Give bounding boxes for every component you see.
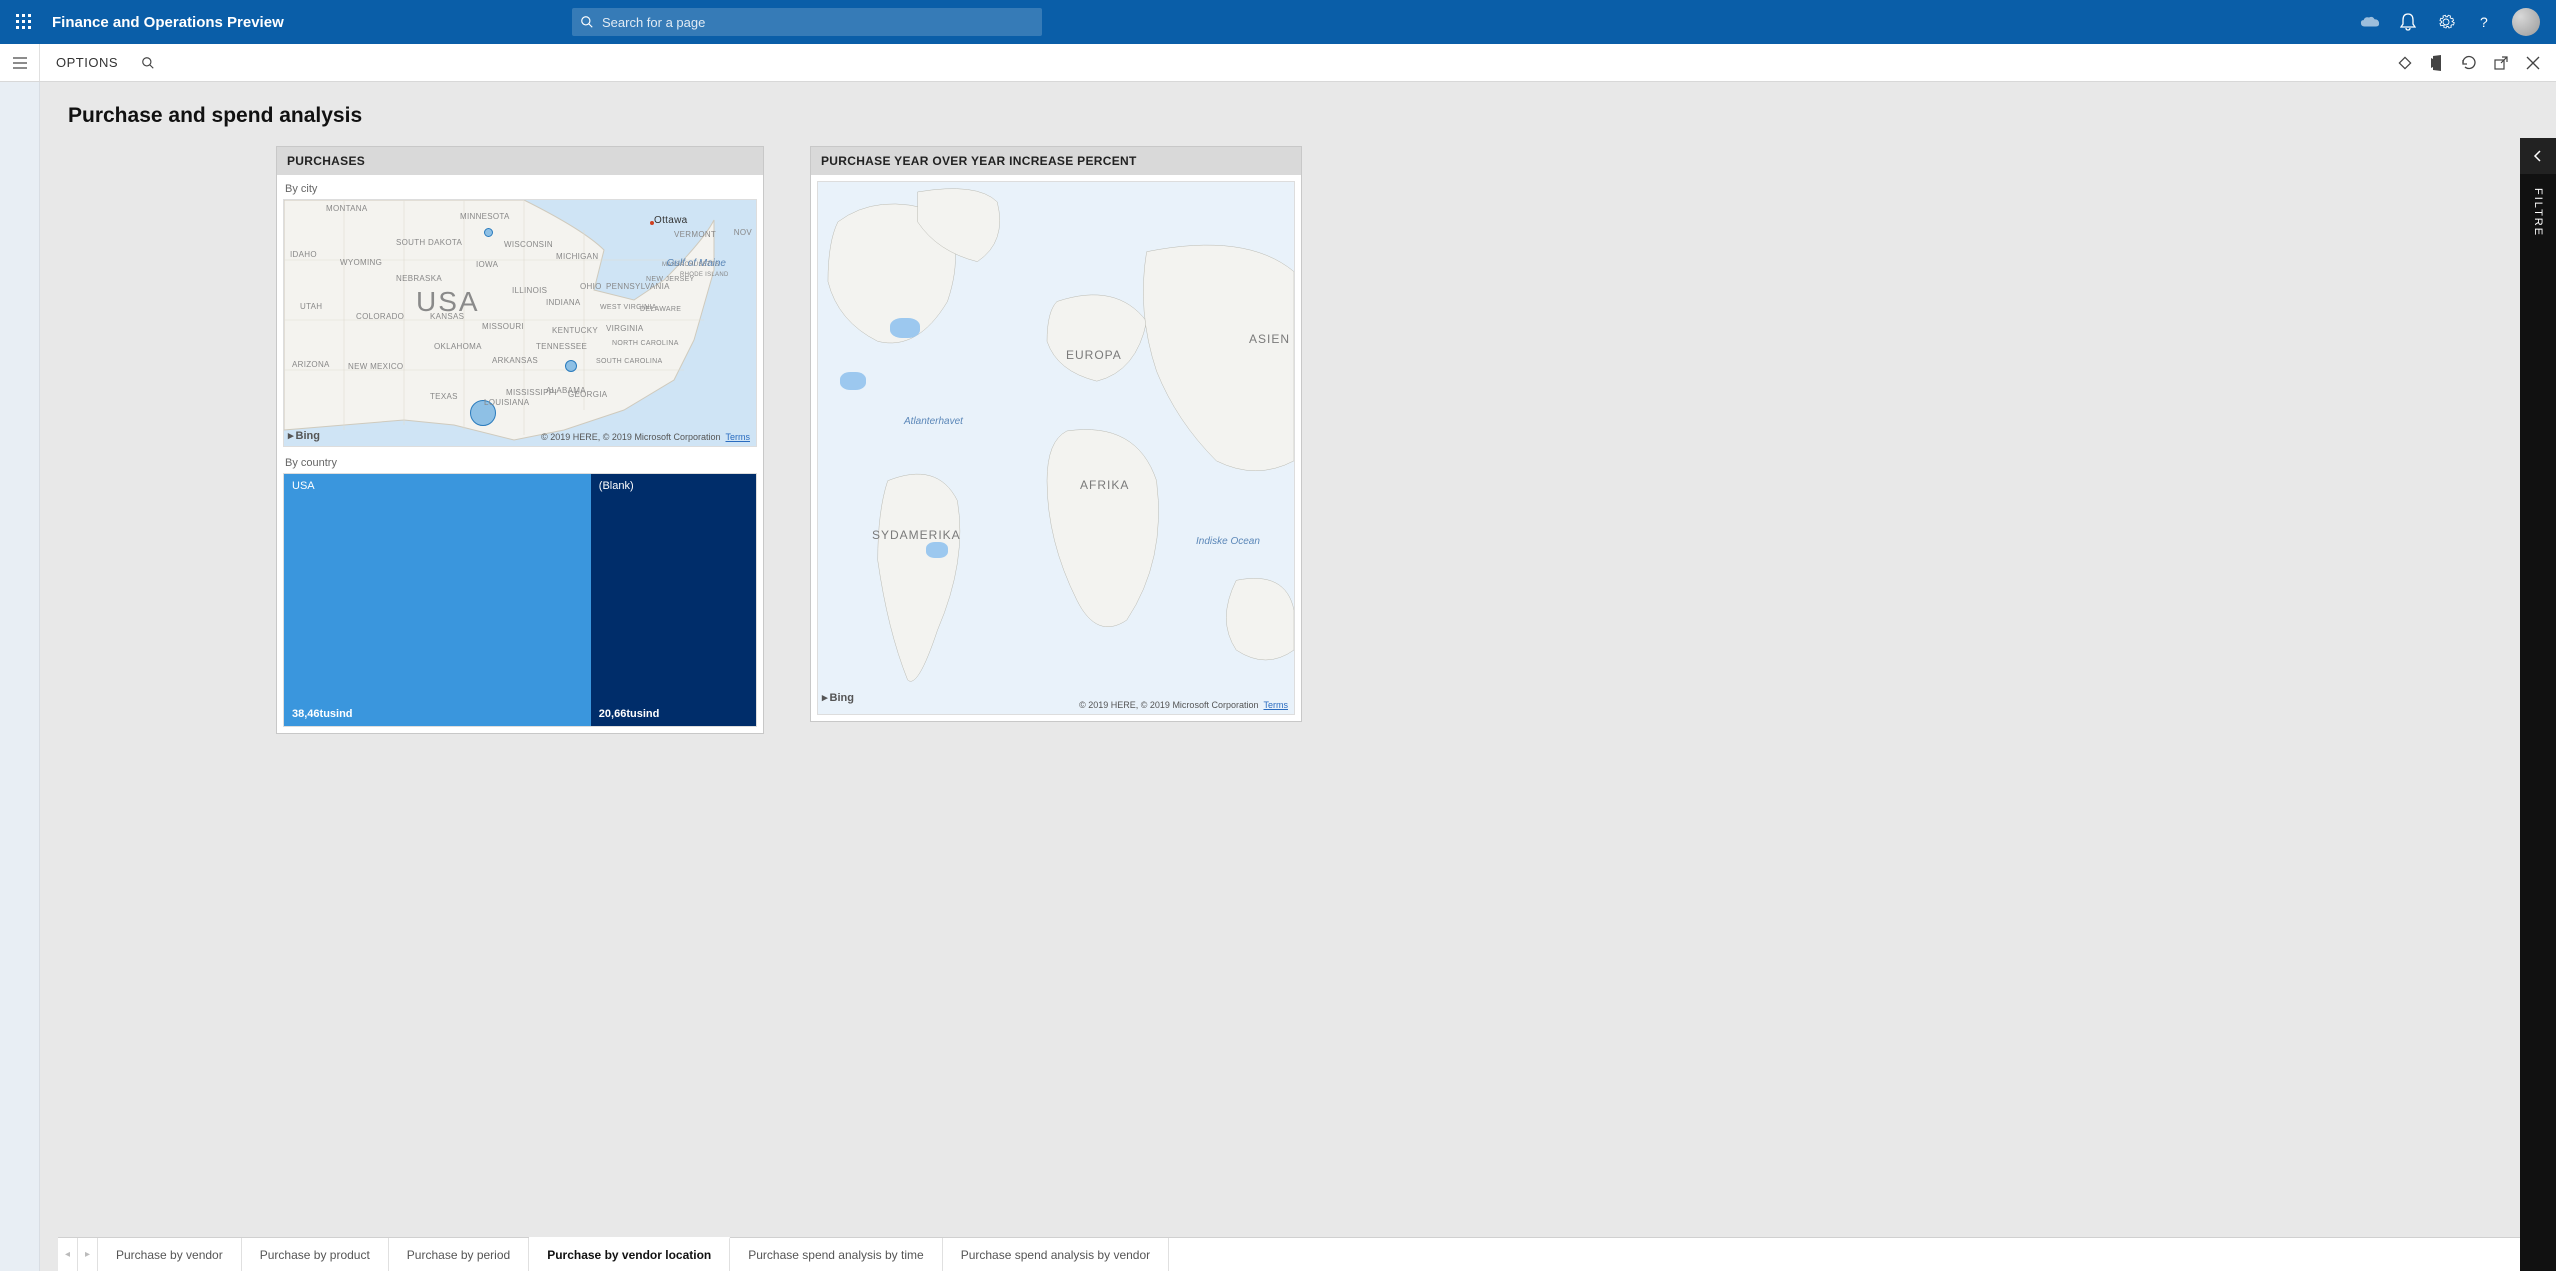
tabs-next-icon[interactable]: ▸ [78,1238,98,1271]
map-attribution-2: © 2019 HERE, © 2019 Microsoft Corporatio… [1079,700,1288,710]
tab-purchase-spend-analysis-by-vendor[interactable]: Purchase spend analysis by vendor [943,1238,1169,1271]
cloud-icon[interactable] [2360,12,2380,32]
svg-text:?: ? [2480,14,2488,30]
label-indian: Indiske Ocean [1196,536,1260,547]
city-bubble-small[interactable] [484,228,493,237]
label-africa: AFRIKA [1080,478,1129,492]
map-attribution: © 2019 HERE, © 2019 Microsoft Corporatio… [541,432,750,442]
sub-bar: OPTIONS [0,44,2556,82]
tabs-prev-icon[interactable]: ◂ [58,1238,78,1271]
yoy-world-map[interactable]: EUROPA ASIEN AFRIKA SYDAMERIKA Atlanterh… [817,181,1295,715]
report-tabs: ◂ ▸ Purchase by vendor Purchase by produ… [58,1237,2556,1271]
by-city-label: By city [283,181,757,199]
map-highlight [890,318,920,338]
hamburger-icon[interactable] [0,44,40,81]
page-title: Purchase and spend analysis [40,82,2556,146]
sub-bar-tools [2396,54,2556,72]
header-right-icons: ? [2360,8,2548,36]
options-menu[interactable]: OPTIONS [40,55,134,70]
terms-link[interactable]: Terms [726,432,751,442]
search-input[interactable] [602,15,1034,30]
refresh-icon[interactable] [2460,54,2478,72]
tab-purchase-by-product[interactable]: Purchase by product [242,1238,389,1271]
label-atlantic: Atlanterhavet [904,416,963,427]
global-search[interactable] [572,8,1042,36]
terms-link-2[interactable]: Terms [1264,700,1289,710]
filter-collapse-icon[interactable] [2520,138,2556,174]
ottawa-label: Ottawa [654,215,687,226]
treemap-label-blank: (Blank) [599,480,634,492]
treemap-tile-blank[interactable]: (Blank) 20,66tusind [591,474,756,726]
map-highlight [840,372,866,390]
card-purchases-title: PURCHASES [277,147,763,175]
gear-icon[interactable] [2436,12,2456,32]
tab-purchase-by-vendor-location[interactable]: Purchase by vendor location [529,1237,730,1271]
treemap-tile-usa[interactable]: USA 38,46tusind [284,474,591,726]
app-title: Finance and Operations Preview [52,14,284,31]
office-icon[interactable] [2428,54,2446,72]
app-bar: Finance and Operations Preview ? [0,0,2556,44]
main-content: Purchase and spend analysis PURCHASES By… [40,82,2556,1271]
treemap-value-usa: 38,46tusind [292,708,353,720]
avatar[interactable] [2512,8,2540,36]
filter-label[interactable]: FILTRE [2532,188,2544,237]
tab-purchase-by-vendor[interactable]: Purchase by vendor [98,1238,242,1271]
label-south-america: SYDAMERIKA [872,528,961,542]
tab-purchase-spend-analysis-by-time[interactable]: Purchase spend analysis by time [730,1238,942,1271]
card-yoy-title: PURCHASE YEAR OVER YEAR INCREASE PERCENT [811,147,1301,175]
card-purchases: PURCHASES By city [276,146,764,734]
map-highlight [926,542,948,558]
close-icon[interactable] [2524,54,2542,72]
left-rail [0,82,40,1271]
bing-attribution: ▸Bing [288,429,320,442]
label-europe: EUROPA [1066,348,1122,362]
app-launcher-icon[interactable] [8,6,40,38]
card-yoy: PURCHASE YEAR OVER YEAR INCREASE PERCENT [810,146,1302,722]
by-country-label: By country [283,455,757,473]
bing-attribution-2: ▸Bing [822,691,854,704]
treemap-label-usa: USA [292,480,315,492]
city-bubble-medium[interactable] [565,360,577,372]
purchases-by-country-treemap[interactable]: USA 38,46tusind (Blank) 20,66tusind [283,473,757,727]
diamond-icon[interactable] [2396,54,2414,72]
bell-icon[interactable] [2398,12,2418,32]
help-icon[interactable]: ? [2474,12,2494,32]
popout-icon[interactable] [2492,54,2510,72]
purchases-by-city-map[interactable]: USA Ottawa Gulf of Maine MONTANA IDAHO W… [283,199,757,447]
search-icon [580,15,594,29]
label-asia: ASIEN [1249,332,1290,346]
filter-rail: FILTRE [2520,138,2556,1271]
treemap-value-blank: 20,66tusind [599,708,660,720]
page-search-icon[interactable] [134,56,162,70]
tab-purchase-by-period[interactable]: Purchase by period [389,1238,529,1271]
